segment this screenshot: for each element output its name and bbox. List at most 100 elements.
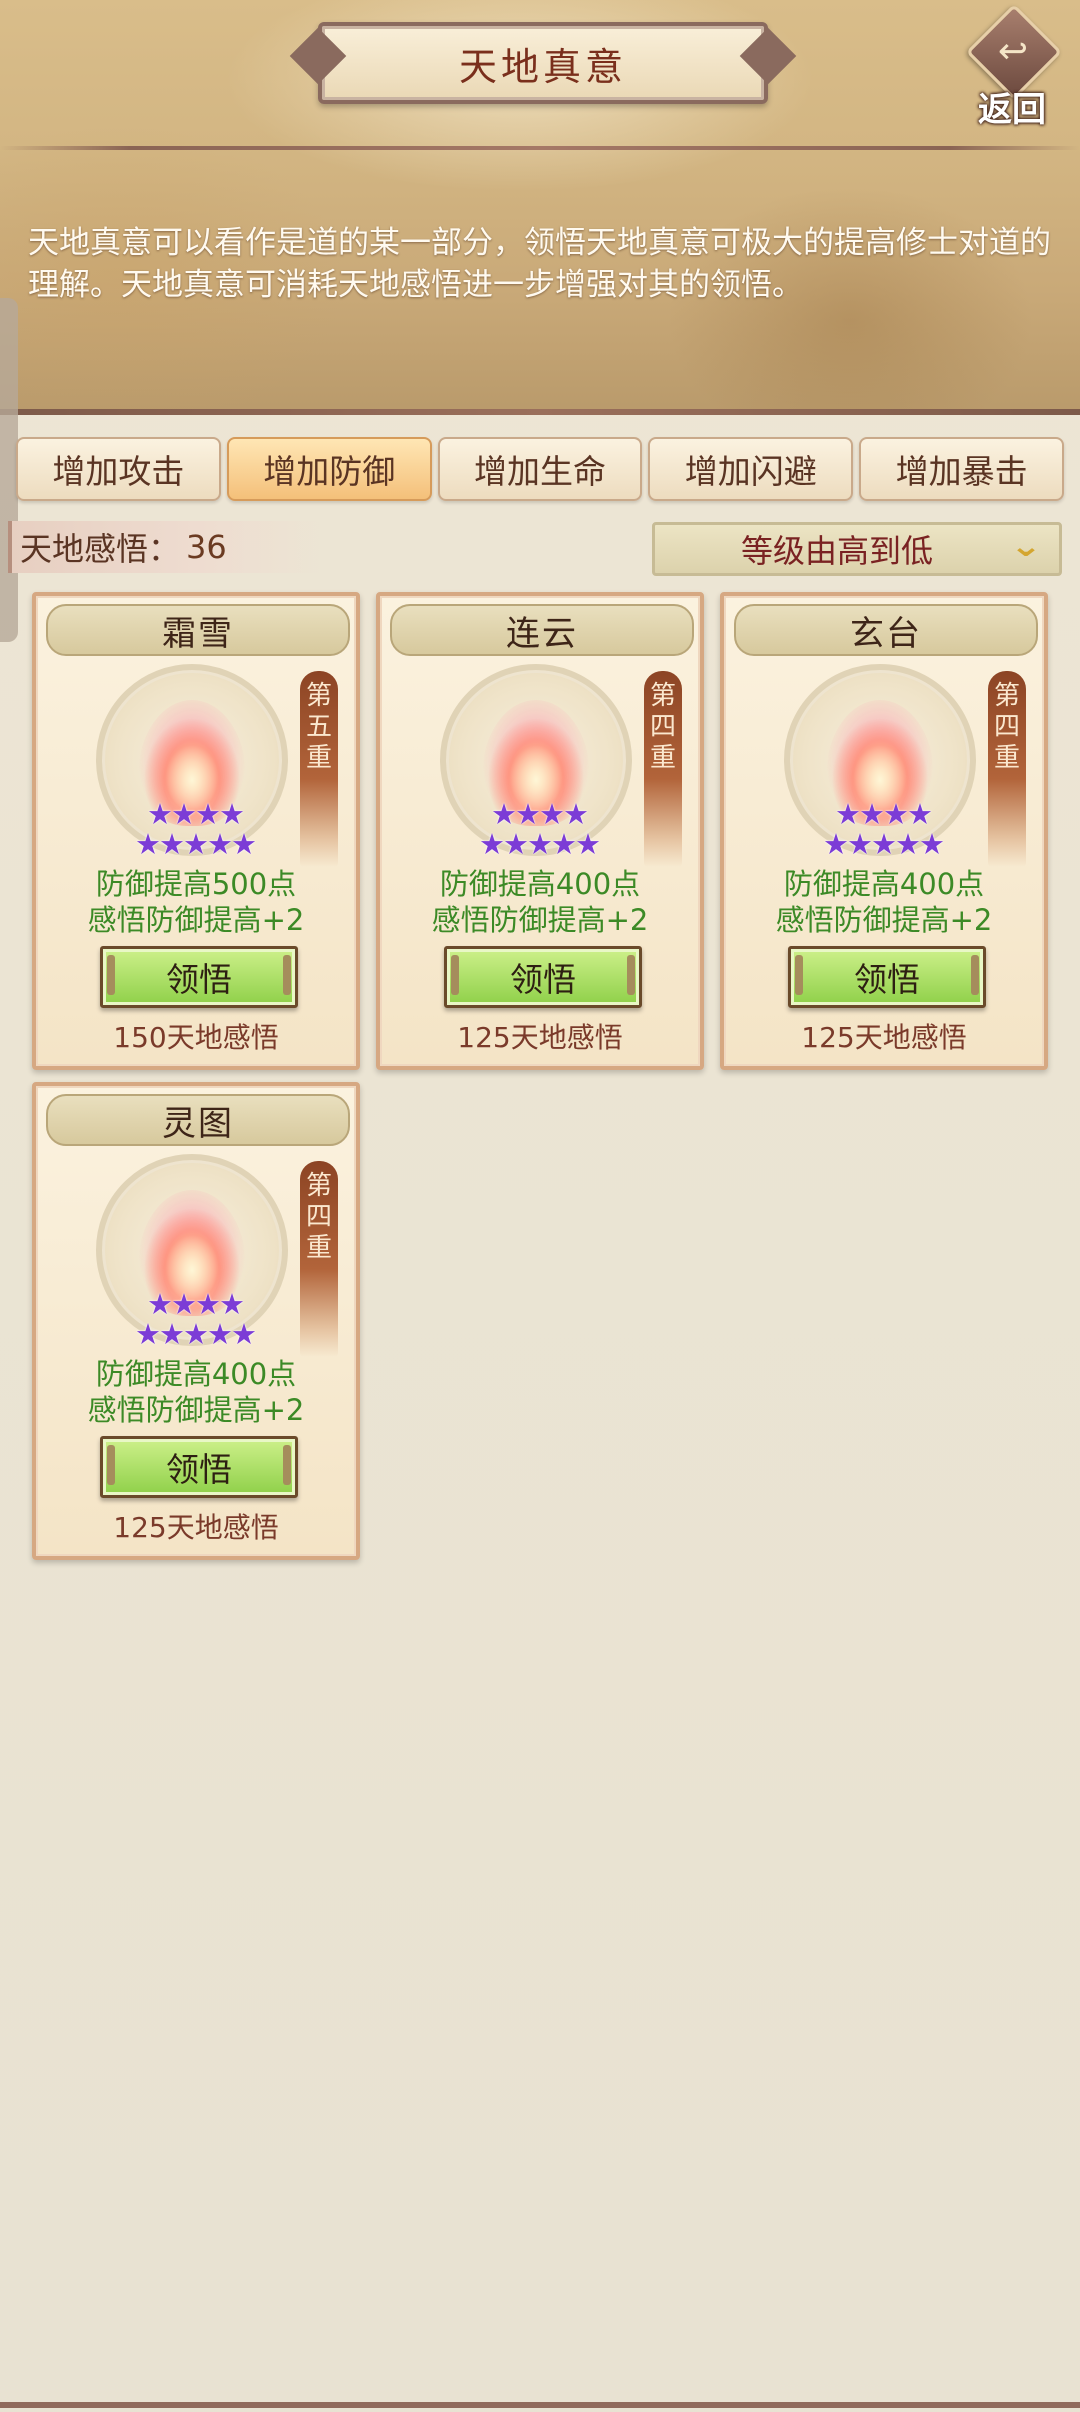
star-icon: ★ [159, 827, 185, 861]
tab-crit[interactable]: 增加暴击 [859, 437, 1064, 501]
star-icon: ★ [135, 827, 161, 861]
card-effect-secondary: 感悟防御提高+2 [87, 903, 305, 937]
star-icon: ★ [847, 827, 873, 861]
page-title-plate: 天地真意 [318, 22, 768, 104]
star-rating-row-2: ★★★★★ [111, 827, 281, 861]
card-cost: 150天地感悟 [113, 1021, 279, 1054]
star-icon: ★ [171, 797, 197, 831]
tab-dodge[interactable]: 增加闪避 [648, 437, 854, 501]
star-icon: ★ [563, 797, 589, 831]
header-divider [0, 146, 1080, 150]
card-effect-primary: 防御提高400点 [439, 867, 641, 901]
card-name: 霜雪 [162, 613, 234, 654]
star-rating-row-1: ★★★★ [131, 1287, 261, 1321]
chevron-down-icon: ⌄ [1009, 529, 1043, 564]
intro-description: 天地真意可以看作是道的某一部分，领悟天地真意可极大的提高修士对道的理解。天地真意… [28, 225, 1051, 303]
back-arrow-icon: ↩ [997, 31, 1029, 72]
tier-char: 第 [993, 681, 1020, 711]
card-effect-primary: 防御提高400点 [95, 1357, 297, 1391]
tier-char: 第 [649, 681, 676, 711]
star-icon: ★ [551, 827, 577, 861]
tier-char: 五 [305, 712, 332, 742]
star-icon: ★ [835, 797, 861, 831]
card-effect-primary: 防御提高500点 [95, 867, 297, 901]
back-label: 返回 [978, 90, 1046, 130]
tab-attack[interactable]: 增加攻击 [16, 437, 221, 501]
star-icon: ★ [895, 827, 921, 861]
tier-char: 第 [305, 1171, 332, 1201]
star-rating-row-2: ★★★★★ [111, 1317, 281, 1351]
tab-health[interactable]: 增加生命 [437, 437, 643, 501]
star-icon: ★ [147, 1287, 173, 1321]
star-icon: ★ [231, 1317, 257, 1351]
star-icon: ★ [147, 797, 173, 831]
tier-char: 四 [305, 1202, 332, 1232]
star-icon: ★ [859, 797, 885, 831]
card-cost: 125天地感悟 [457, 1021, 623, 1054]
star-icon: ★ [219, 1287, 245, 1321]
tier-banner: 第 四 重 [300, 1161, 338, 1357]
star-icon: ★ [183, 1317, 209, 1351]
star-icon: ★ [219, 797, 245, 831]
comprehend-button[interactable]: 领悟 [100, 946, 298, 1008]
card-name-plate: 玄台 [734, 604, 1038, 656]
star-icon: ★ [231, 827, 257, 861]
star-icon: ★ [491, 797, 517, 831]
tier-banner: 第 四 重 [988, 671, 1026, 867]
insight-label: 天地感悟： [20, 530, 181, 568]
tier-banner: 第 五 重 [300, 671, 338, 867]
sort-dropdown[interactable]: 等级由高到低 ⌄ [652, 522, 1062, 576]
card-name-plate: 连云 [390, 604, 694, 656]
card-name-plate: 霜雪 [46, 604, 350, 656]
tier-char: 重 [305, 1233, 332, 1263]
card-name: 玄台 [850, 613, 922, 654]
tier-char: 第 [305, 681, 332, 711]
skill-card: 霜雪 第 五 重 ★★★★ ★★★★★ 防御提高500点 感悟防御提高+2 领悟… [32, 592, 360, 1070]
star-icon: ★ [883, 797, 909, 831]
star-icon: ★ [479, 827, 505, 861]
comprehend-button[interactable]: 领悟 [788, 946, 986, 1008]
star-icon: ★ [503, 827, 529, 861]
card-name-plate: 灵图 [46, 1094, 350, 1146]
back-button[interactable]: ↩ 返回 [960, 3, 1064, 130]
insight-counter: 天地感悟： 36 [8, 521, 320, 573]
star-icon: ★ [135, 1317, 161, 1351]
skill-card: 连云 第 四 重 ★★★★ ★★★★★ 防御提高400点 感悟防御提高+2 领悟… [376, 592, 704, 1070]
tier-char: 四 [649, 712, 676, 742]
page-title: 天地真意 [458, 44, 627, 89]
card-name: 连云 [506, 613, 578, 654]
star-icon: ★ [907, 797, 933, 831]
star-icon: ★ [823, 827, 849, 861]
star-icon: ★ [195, 797, 221, 831]
insight-value: 36 [186, 528, 227, 566]
star-icon: ★ [183, 827, 209, 861]
card-effect-secondary: 感悟防御提高+2 [775, 903, 993, 937]
tab-defense[interactable]: 增加防御 [226, 437, 432, 501]
star-rating-row-1: ★★★★ [131, 797, 261, 831]
star-icon: ★ [195, 1287, 221, 1321]
tier-banner: 第 四 重 [644, 671, 682, 867]
comprehend-button[interactable]: 领悟 [100, 1436, 298, 1498]
tier-char: 重 [649, 743, 676, 773]
card-effect-secondary: 感悟防御提高+2 [431, 903, 649, 937]
star-icon: ★ [527, 827, 553, 861]
tier-char: 四 [993, 712, 1020, 742]
star-icon: ★ [871, 827, 897, 861]
star-rating-row-1: ★★★★ [475, 797, 605, 831]
category-tabs: 增加攻击 增加防御 增加生命 增加闪避 增加暴击 [16, 437, 1064, 501]
skill-card: 灵图 第 四 重 ★★★★ ★★★★★ 防御提高400点 感悟防御提高+2 领悟… [32, 1082, 360, 1560]
tier-char: 重 [305, 743, 332, 773]
star-rating-row-2: ★★★★★ [455, 827, 625, 861]
comprehend-button[interactable]: 领悟 [444, 946, 642, 1008]
card-name: 灵图 [162, 1103, 234, 1144]
card-effect-secondary: 感悟防御提高+2 [87, 1393, 305, 1427]
star-icon: ★ [919, 827, 945, 861]
star-icon: ★ [515, 797, 541, 831]
card-cost: 125天地感悟 [113, 1511, 279, 1544]
star-rating-row-1: ★★★★ [819, 797, 949, 831]
tier-char: 重 [993, 743, 1020, 773]
sort-label: 等级由高到低 [740, 532, 933, 570]
card-cost: 125天地感悟 [801, 1021, 967, 1054]
star-icon: ★ [539, 797, 565, 831]
star-rating-row-2: ★★★★★ [799, 827, 969, 861]
